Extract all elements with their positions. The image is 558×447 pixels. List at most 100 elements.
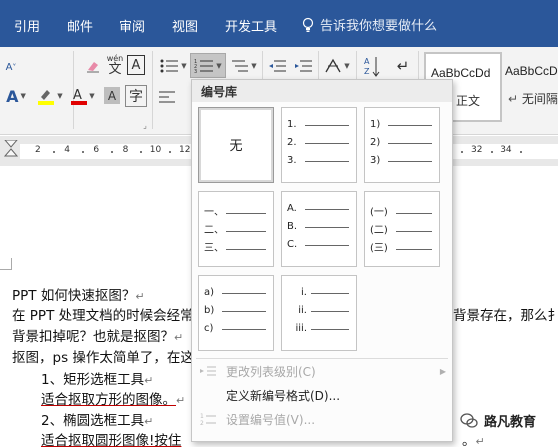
font-size-shrink-button[interactable]: A ˅ xyxy=(0,57,22,77)
ruler-tick-mark xyxy=(81,151,84,153)
doc-line-text: 。 xyxy=(462,433,476,447)
chinese-layout-button[interactable]: ▼ xyxy=(322,55,352,77)
svg-text:1: 1 xyxy=(200,413,204,420)
wechat-icon xyxy=(460,412,478,428)
svg-text:Z: Z xyxy=(364,67,370,76)
doc-line-text: 抠图，ps 操作太简单了，在这 xyxy=(12,350,194,366)
chevron-down-icon: ▼ xyxy=(57,92,63,100)
numbering-library-dropdown: 编号库 无 1. 2. 3. 1) 2) 3) 一、 二、 三、 A. B. C… xyxy=(191,79,453,442)
list-marker: c) xyxy=(204,323,214,334)
list-marker: 二、 xyxy=(204,225,224,236)
style-name-text: 无间隔 xyxy=(521,92,558,106)
ruler-tick-label: 2 xyxy=(35,145,41,155)
list-marker: (三) xyxy=(370,243,388,254)
doc-line-text: 2、椭圆选框工具 xyxy=(41,413,145,429)
numbering-option[interactable]: a) b) c) xyxy=(198,275,274,351)
doc-line: 在 PPT 处理文档的时候会经常 xyxy=(12,304,194,324)
tab-developer[interactable]: 开发工具 xyxy=(225,16,277,35)
doc-line-text: 适合抠取方形的图像。 xyxy=(41,392,176,408)
numbering-option[interactable]: 1. 2. 3. xyxy=(281,107,357,183)
ruler-tick-mark xyxy=(461,151,464,153)
tell-me-label: 告诉我你想要做什么 xyxy=(320,19,438,34)
font-dialog-launcher-icon[interactable]: ⌟ xyxy=(139,119,151,131)
list-marker: B. xyxy=(287,221,298,232)
style-sample: AaBbCcDd xyxy=(431,66,491,80)
ruler-tick-label: 8 xyxy=(122,145,129,155)
change-list-level-item[interactable]: 更改列表级别(C) ▶ xyxy=(192,359,452,383)
style-sample: AaBbCcDd xyxy=(505,64,558,78)
ribbon-separator xyxy=(152,51,153,129)
menu-label: 定义新编号格式(D)... xyxy=(226,388,341,403)
enclose-characters-button[interactable]: 字 xyxy=(125,85,147,107)
sort-button[interactable]: AZ xyxy=(362,53,382,79)
menu-label: 设置编号值(V)... xyxy=(226,412,316,427)
svg-text:A: A xyxy=(73,88,82,103)
doc-line: 背景存在，那么扌 xyxy=(453,304,558,324)
ribbon-tab-bar: 引用 邮件 审阅 视图 开发工具 告诉我你想要做什么 xyxy=(0,0,558,47)
doc-line-text: 1、矩形选框工具 xyxy=(41,372,145,388)
font-color-button[interactable]: A ▼ xyxy=(68,85,98,107)
numbering-button[interactable]: 123 ▼ xyxy=(190,53,226,78)
ruler-tick-mark xyxy=(111,151,113,153)
style-no-spacing[interactable]: AaBbCcDd ↵ 无间隔 xyxy=(500,52,558,122)
define-new-number-format-item[interactable]: 定义新编号格式(D)... xyxy=(192,383,452,407)
style-name: 正文 xyxy=(456,94,481,108)
numbering-option[interactable]: (一) (二) (三) xyxy=(364,191,440,267)
list-marker: 1) xyxy=(370,119,381,130)
indent-marker-icon[interactable] xyxy=(4,140,18,168)
list-marker: (二) xyxy=(370,225,388,236)
list-marker: (一) xyxy=(370,207,388,218)
ruler-tick-label: 12 xyxy=(179,145,191,155)
numbering-value-icon: 12 xyxy=(200,413,216,427)
chevron-down-icon: ▼ xyxy=(20,92,26,100)
chevron-right-icon: ▶ xyxy=(439,366,446,376)
ruler-tick-label: 6 xyxy=(93,145,100,155)
list-marker: a) xyxy=(204,287,215,298)
menu-label: 更改列表级别(C) xyxy=(226,364,316,379)
list-marker: 1. xyxy=(287,119,297,130)
character-border-button[interactable]: A xyxy=(127,55,145,75)
multilevel-list-button[interactable]: ▼ xyxy=(230,55,258,77)
bullets-button[interactable]: ▼ xyxy=(157,55,189,77)
list-marker: 3) xyxy=(370,155,381,166)
list-marker: ii. xyxy=(298,305,307,316)
increase-indent-button[interactable] xyxy=(292,55,314,77)
decrease-indent-button[interactable] xyxy=(266,55,288,77)
numbering-option[interactable]: A. B. C. xyxy=(281,191,357,267)
tell-me-search[interactable]: 告诉我你想要做什么 xyxy=(302,15,437,34)
tab-references[interactable]: 引用 xyxy=(14,16,40,35)
numbering-option[interactable]: 1) 2) 3) xyxy=(364,107,440,183)
tab-review[interactable]: 审阅 xyxy=(119,16,145,35)
list-marker: 三、 xyxy=(204,243,224,254)
list-marker: iii. xyxy=(295,323,307,334)
doc-line: 2、椭圆选框工具↵ xyxy=(41,413,154,429)
panel-title: 编号库 xyxy=(192,80,452,102)
text-effects-button[interactable]: A ▼ xyxy=(0,85,32,107)
show-paragraph-marks-button[interactable]: ↵ xyxy=(394,55,412,77)
align-left-button[interactable] xyxy=(157,87,177,107)
doc-line: 。↵ xyxy=(462,433,485,447)
text-highlight-button[interactable]: ▼ xyxy=(34,85,66,107)
doc-line: 适合抠取方形的图像。↵ xyxy=(41,392,186,408)
watermark: 路凡教育 xyxy=(460,411,536,430)
list-marker: i. xyxy=(301,287,307,298)
tab-view[interactable]: 视图 xyxy=(172,16,198,35)
doc-line-text: PPT 如何快速抠图？ xyxy=(12,288,136,304)
ruler-tick-mark xyxy=(52,151,55,153)
numbering-option-none[interactable]: 无 xyxy=(198,107,274,183)
doc-line: 适合抠取圆形图像!按住 xyxy=(41,429,181,447)
lightbulb-icon xyxy=(302,17,314,32)
clear-formatting-icon[interactable] xyxy=(84,55,102,77)
numbering-option[interactable]: i. ii. iii. xyxy=(281,275,357,351)
numbering-option[interactable]: 一、 二、 三、 xyxy=(198,191,274,267)
set-numbering-value-item[interactable]: 12 设置编号值(V)... xyxy=(192,407,452,431)
tab-mailings[interactable]: 邮件 xyxy=(67,16,93,35)
ruler-tick-label: 32 xyxy=(471,145,483,155)
phonetic-guide-button[interactable]: wén 文 xyxy=(105,52,125,78)
character-shading-button[interactable]: A xyxy=(104,87,120,104)
svg-text:2: 2 xyxy=(200,420,204,427)
doc-line: 1、矩形选框工具↵ xyxy=(41,372,154,388)
numbered-list-icon: 123 xyxy=(194,59,214,74)
chevron-down-icon: ▼ xyxy=(251,62,257,70)
ruler-tick-mark xyxy=(140,151,143,153)
